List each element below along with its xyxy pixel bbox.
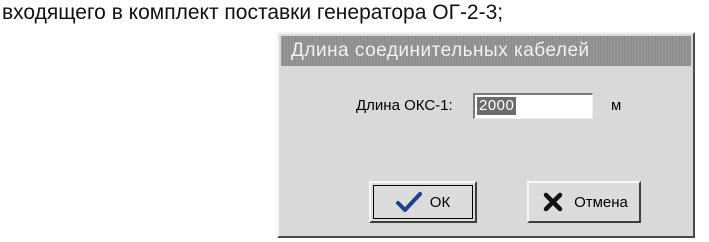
cancel-button-label: Отмена xyxy=(574,193,628,211)
document-text-line: входящего в комплект поставки генератора… xyxy=(2,1,504,24)
ok-button-label: ОК xyxy=(429,193,451,211)
cable-length-dialog: Длина соединительных кабелей Длина ОКС-1… xyxy=(277,32,695,238)
dialog-title: Длина соединительных кабелей xyxy=(291,40,590,61)
ok-button[interactable]: ОК xyxy=(369,181,477,223)
x-icon xyxy=(540,191,566,213)
cancel-button[interactable]: Отмена xyxy=(527,181,641,223)
oks1-length-value: 2000 xyxy=(477,97,517,115)
oks1-length-label: Длина ОКС-1: xyxy=(356,97,453,114)
oks1-length-input[interactable]: 2000 xyxy=(473,93,593,119)
length-unit-label: м xyxy=(611,97,622,114)
dialog-titlebar[interactable]: Длина соединительных кабелей xyxy=(281,36,691,66)
checkmark-icon xyxy=(395,191,422,213)
